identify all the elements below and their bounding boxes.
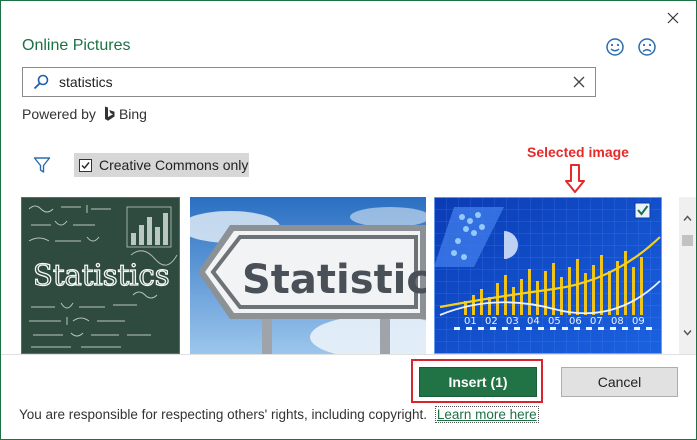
- chart-bar: [600, 255, 603, 315]
- creative-commons-label: Creative Commons only: [99, 157, 249, 173]
- chart-tick-label: 06: [569, 316, 582, 327]
- thumbnail-chalkboard[interactable]: Statistics: [21, 197, 180, 354]
- search-box[interactable]: [22, 67, 596, 97]
- road-sign-image: Statistics: [190, 197, 426, 354]
- chart-bar: [576, 259, 579, 315]
- divider: [1, 354, 696, 355]
- clear-icon[interactable]: [571, 74, 587, 90]
- chart-bar: [512, 287, 515, 315]
- creative-commons-checkbox[interactable]: Creative Commons only: [74, 153, 249, 177]
- chart-bar: [632, 267, 635, 315]
- chart-bar: [520, 279, 523, 315]
- close-button[interactable]: [661, 7, 685, 29]
- chart-bar: [560, 277, 563, 315]
- chart-tick-label: 07: [590, 316, 603, 327]
- online-pictures-dialog: Online Pictures Powered by Bi: [0, 0, 697, 440]
- chart-bar: [568, 267, 571, 315]
- gallery-scrollbar[interactable]: [679, 197, 696, 354]
- filter-icon[interactable]: [33, 156, 51, 174]
- insert-button[interactable]: Insert (1): [419, 367, 537, 397]
- down-arrow-icon: [565, 164, 585, 193]
- chart-tick-label: 03: [506, 316, 519, 327]
- chart-bar: [496, 283, 499, 315]
- chart-bar: [592, 265, 595, 315]
- chart-tick-label: 08: [611, 316, 624, 327]
- chalkboard-image: Statistics: [21, 197, 180, 354]
- thumbnail-blue-chart[interactable]: 01 02 03 04 05 06 07 08 09: [434, 197, 662, 354]
- chart-bar: [480, 289, 483, 315]
- selected-checkbox[interactable]: [634, 202, 651, 219]
- learn-more-link[interactable]: Learn more here: [434, 406, 539, 423]
- search-input[interactable]: [59, 72, 559, 92]
- search-icon: [33, 74, 49, 90]
- chart-tick-label: 02: [485, 316, 498, 327]
- scroll-down-icon[interactable]: [682, 327, 693, 338]
- copyright-notice: You are responsible for respecting other…: [19, 406, 539, 423]
- image-gallery: Statistics Statisti 01 02 03 04 05 06 07…: [1, 197, 679, 354]
- chart-tick-label: 09: [632, 316, 645, 327]
- scroll-up-icon[interactable]: [682, 213, 693, 224]
- close-icon[interactable]: [667, 12, 679, 24]
- powered-by: Powered by Bing: [22, 106, 147, 122]
- chart-bar: [584, 273, 587, 315]
- svg-text:Statistics: Statistics: [33, 258, 170, 292]
- checkmark-icon: [81, 161, 90, 169]
- chart-tick-label: 01: [464, 316, 477, 327]
- copyright-text: You are responsible for respecting other…: [19, 407, 428, 422]
- chart-tick-label: 05: [548, 316, 561, 327]
- bing-label: Bing: [118, 106, 147, 122]
- dialog-title: Online Pictures: [22, 37, 131, 54]
- scrollbar-thumb[interactable]: [682, 235, 693, 246]
- bing-logo-icon: [104, 106, 115, 121]
- road-sign-text: Statistics: [242, 257, 426, 303]
- chart-bar: [640, 257, 643, 315]
- frown-icon[interactable]: [637, 37, 657, 57]
- smile-icon[interactable]: [605, 37, 625, 57]
- blue-chart-image: 01 02 03 04 05 06 07 08 09: [434, 197, 662, 354]
- selected-image-annotation: Selected image: [527, 144, 629, 160]
- chart-bar: [544, 271, 547, 315]
- powered-by-label: Powered by: [22, 106, 96, 122]
- checkbox-box[interactable]: [79, 158, 92, 172]
- cancel-button[interactable]: Cancel: [561, 367, 678, 397]
- thumbnail-road-sign[interactable]: Statistics: [190, 197, 426, 354]
- chart-tick-labels: 01 02 03 04 05 06 07 08 09: [464, 316, 645, 327]
- chart-bar: [536, 281, 539, 315]
- chart-tick-label: 04: [527, 316, 540, 327]
- chart-bar: [608, 271, 611, 315]
